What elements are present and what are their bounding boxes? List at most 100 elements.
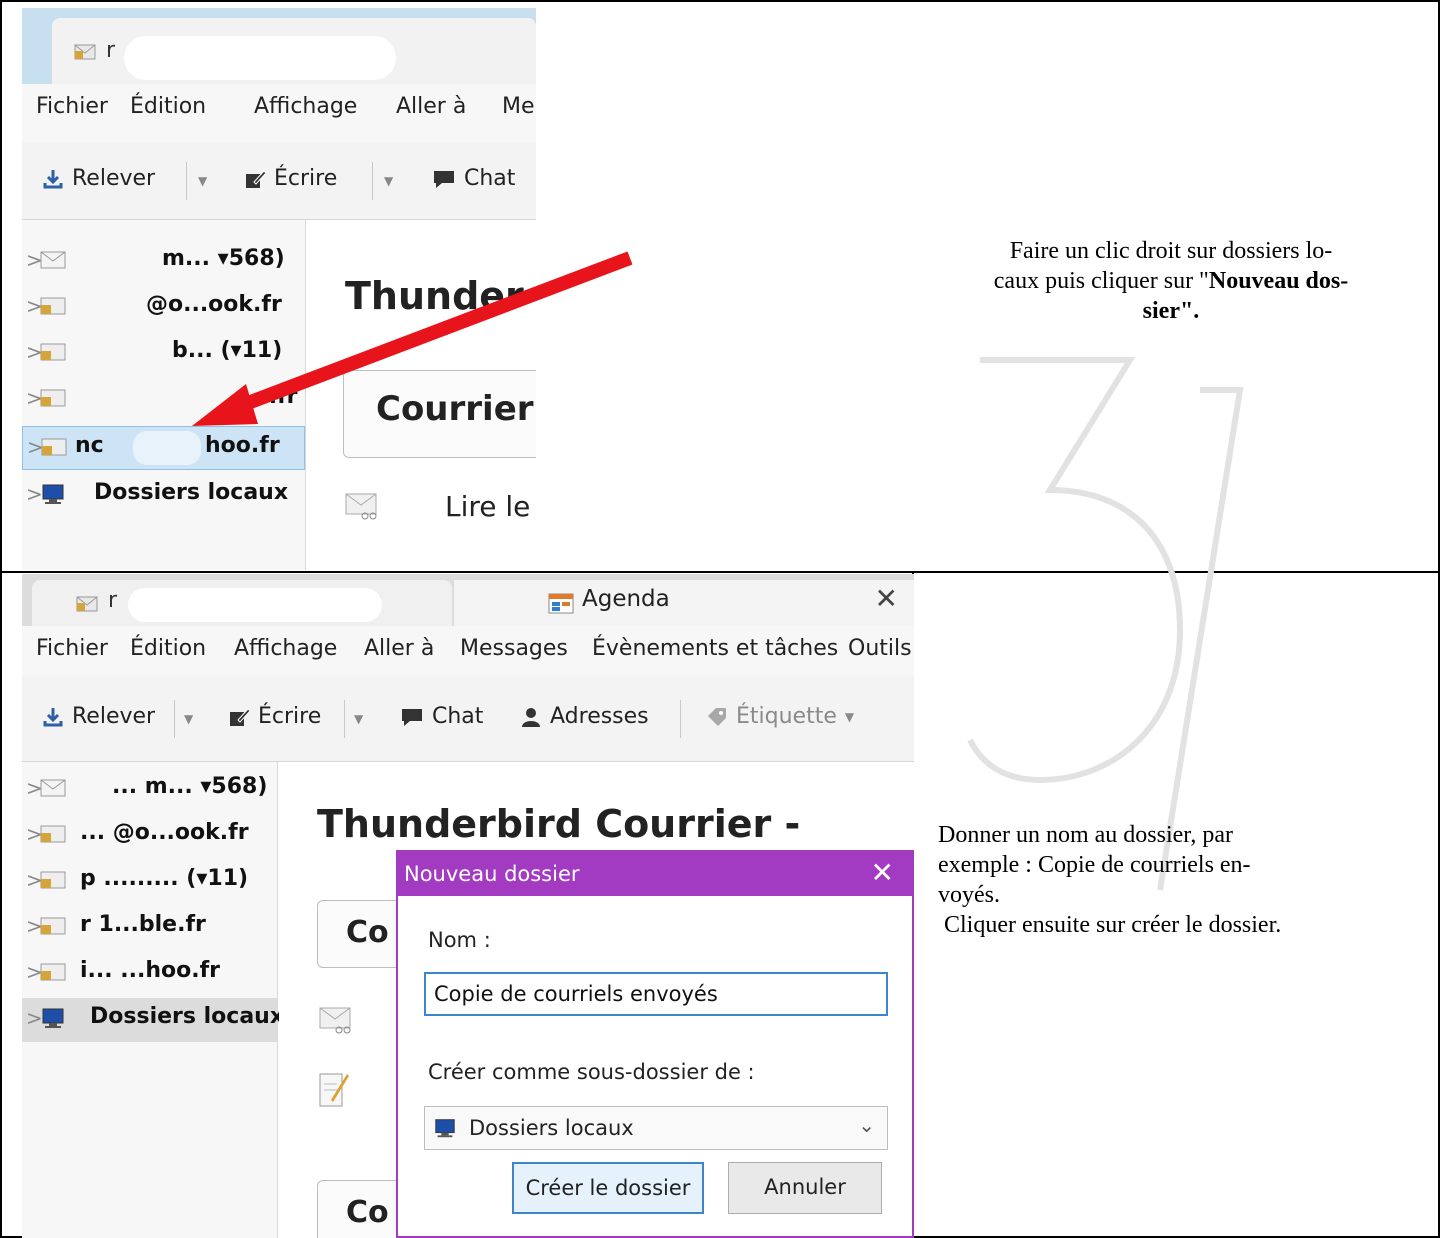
folder-account-5[interactable]: > i... ...hoo.fr (22, 952, 277, 996)
courrier-button-label: Co (346, 1195, 389, 1230)
create-folder-button[interactable]: Créer le dossier (512, 1162, 704, 1214)
folder-label: r 1...ble.fr (80, 912, 206, 937)
menu-aller[interactable]: Aller à (396, 94, 466, 119)
folder-account-3[interactable]: > b... (▾11) (22, 332, 305, 376)
tag-button[interactable]: Étiquette ▼ (706, 704, 854, 729)
content-area: Thunder Courrier Lire le (307, 220, 536, 570)
folder-account-1[interactable]: > m... ▾568) (22, 240, 305, 284)
write-button[interactable]: Écrire (244, 166, 337, 191)
envelope-lock-icon (40, 871, 66, 889)
screenshot-thunderbird-main: r Fichier Édition Affichage Aller à Me R… (22, 8, 536, 570)
menu-fichier[interactable]: Fichier (36, 636, 108, 661)
cancel-button[interactable]: Annuler (728, 1162, 882, 1214)
instruction-text: voyés. (938, 882, 1000, 908)
menu-affichage[interactable]: Affichage (234, 636, 337, 661)
dialog-titlebar: Nouveau dossier ✕ (398, 852, 912, 896)
get-messages-dropdown[interactable]: ▼ (198, 174, 207, 188)
folder-label: i... ...hoo.fr (80, 958, 221, 983)
cancel-label: Annuler (764, 1175, 846, 1199)
get-messages-label: Relever (72, 166, 156, 191)
read-mail-icon (345, 493, 377, 520)
toolbar: Relever ▼ Écrire ▼ Chat Adresses Étiquet… (22, 676, 914, 762)
folder-local-selected[interactable]: > Dossiers locaux (22, 998, 284, 1042)
menu-outils[interactable]: Outils (848, 636, 912, 661)
menu-bar: Fichier Édition Affichage Aller à Me (22, 84, 536, 142)
parent-folder-value: Dossiers locaux (469, 1116, 634, 1140)
get-messages-dropdown[interactable]: ▼ (184, 712, 193, 726)
write-dropdown[interactable]: ▼ (384, 174, 393, 188)
tab-title: r (108, 588, 118, 613)
chat-label: Chat (464, 166, 516, 191)
write-button[interactable]: Écrire (228, 704, 321, 729)
folder-account-4[interactable]: > ...fr (22, 378, 305, 422)
write-label: Écrire (258, 704, 322, 729)
instruction-step-2: Donner un nom au dossier, par exemple : … (938, 820, 1430, 940)
get-messages-button[interactable]: Relever (42, 704, 155, 729)
get-messages-button[interactable]: Relever (42, 166, 155, 191)
account-tab[interactable]: r (52, 18, 536, 84)
folder-name-input[interactable] (424, 972, 888, 1016)
courrier-button-label: Courrier (376, 389, 534, 429)
chat-label: Chat (432, 704, 484, 729)
folder-account-3[interactable]: > p ......... (▾11) (22, 860, 277, 904)
folder-account-2[interactable]: > @o...ook.fr (22, 286, 305, 330)
account-tab[interactable]: r (32, 580, 452, 626)
close-icon[interactable]: ✕ (871, 856, 894, 889)
folder-label: ...fr (252, 384, 298, 409)
envelope-icon (40, 251, 66, 269)
folder-pane: > m... ▾568) > @o...ook.fr > b... (▾11) … (22, 220, 306, 570)
chat-bubble-icon (402, 708, 422, 726)
folder-label: ... m... ▾568) (112, 774, 268, 799)
instruction-step-1: Faire un clic droit sur dossiers lo- cau… (918, 236, 1424, 326)
menu-affichage[interactable]: Affichage (254, 94, 357, 119)
instruction-text: exemple : Copie de courriels en- (938, 852, 1251, 878)
dialog-title: Nouveau dossier (404, 862, 580, 886)
instruction-text: Cliquer ensuite sur créer le dossier. (938, 912, 1282, 938)
chat-button[interactable]: Chat (400, 704, 483, 729)
menu-aller[interactable]: Aller à (364, 636, 434, 661)
name-label: Nom : (428, 928, 491, 952)
menu-messages[interactable]: Messages (460, 636, 568, 661)
instruction-text: caux puis cliquer sur " (993, 268, 1209, 294)
envelope-lock-icon (40, 389, 66, 407)
instruction-text: Faire un clic droit sur dossiers lo- (1009, 238, 1333, 264)
envelope-lock-icon (76, 596, 98, 612)
table-row-divider (0, 571, 1440, 573)
folder-local[interactable]: > Dossiers locaux (22, 474, 305, 518)
folder-account-1[interactable]: > ... m... ▾568) (22, 768, 277, 812)
read-messages-link[interactable]: Lire le (445, 490, 530, 523)
parent-folder-select[interactable]: Dossiers locaux ⌄ (424, 1106, 888, 1150)
toolbar-separator (372, 162, 373, 200)
agenda-tab-label: Agenda (582, 586, 670, 612)
folder-account-4[interactable]: > r 1...ble.fr (22, 906, 277, 950)
redacted-area (128, 588, 382, 622)
instruction-bold: sier". (1142, 298, 1200, 324)
toolbar-separator (680, 700, 681, 738)
redacted-area (133, 431, 201, 465)
menu-events-tasks[interactable]: Évènements et tâches (592, 636, 838, 661)
folder-label: Dossiers locaux (94, 480, 289, 505)
pencil-icon (230, 707, 250, 726)
write-dropdown[interactable]: ▼ (354, 712, 363, 726)
pencil-icon (246, 169, 266, 188)
courrier-button[interactable]: Courrier (343, 370, 536, 458)
create-folder-label: Créer le dossier (525, 1176, 691, 1200)
chat-button[interactable]: Chat (432, 166, 515, 191)
menu-messages[interactable]: Me (502, 94, 535, 119)
title-bar: r (22, 8, 536, 84)
folder-label-suffix: hoo.fr (205, 433, 280, 458)
menu-edition[interactable]: Édition (130, 636, 206, 661)
menu-fichier[interactable]: Fichier (36, 94, 108, 119)
envelope-lock-icon (74, 44, 96, 60)
folder-label: ... @o...ook.fr (80, 820, 249, 845)
folder-account-5-selected[interactable]: > nc hoo.fr (22, 426, 305, 470)
close-icon[interactable]: ✕ (875, 582, 898, 615)
agenda-tab[interactable]: Agenda ✕ (454, 580, 914, 626)
menu-edition[interactable]: Édition (130, 94, 206, 119)
envelope-lock-icon (40, 825, 66, 843)
addresses-button[interactable]: Adresses (520, 704, 649, 729)
instruction-text: Donner un nom au dossier, par (938, 822, 1233, 848)
tag-label: Étiquette (736, 704, 837, 729)
title-bar: r Agenda ✕ (22, 574, 914, 626)
folder-account-2[interactable]: > ... @o...ook.fr (22, 814, 277, 858)
